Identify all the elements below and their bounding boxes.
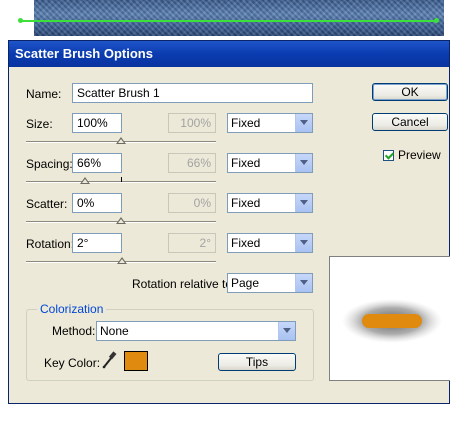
scatter-label: Scatter:: [26, 197, 68, 211]
tips-button[interactable]: Tips: [218, 353, 296, 371]
rotation-relative-select[interactable]: Page: [227, 273, 313, 293]
rotation-relative-value: Page: [231, 276, 260, 290]
chevron-down-icon[interactable]: [295, 154, 312, 172]
size-label: Size:: [26, 117, 53, 131]
spacing-label: Spacing:: [26, 157, 73, 171]
key-color-label: Key Color:: [44, 356, 101, 370]
chevron-down-icon[interactable]: [295, 234, 312, 252]
eyedropper-icon[interactable]: [101, 351, 117, 369]
scatter-max-field: 0%: [168, 193, 216, 213]
cancel-button[interactable]: Cancel: [372, 113, 448, 131]
size-slider-thumb[interactable]: [116, 137, 126, 144]
size-max-field: 100%: [168, 113, 216, 133]
scatter-mode-value: Fixed: [231, 196, 261, 210]
rotation-mode-select[interactable]: Fixed: [227, 233, 313, 253]
brush-preview: [329, 256, 450, 381]
spacing-mode-value: Fixed: [231, 156, 261, 170]
path-anchor-left: [18, 18, 23, 23]
name-label: Name:: [26, 87, 62, 101]
path-anchor-right: [434, 18, 439, 23]
chevron-down-icon[interactable]: [295, 194, 312, 212]
scatter-mode-select[interactable]: Fixed: [227, 193, 313, 213]
rotation-slider-thumb[interactable]: [117, 257, 127, 264]
size-mode-value: Fixed: [231, 116, 261, 130]
spacing-max-field: 66%: [168, 153, 216, 173]
key-color-swatch[interactable]: [124, 351, 148, 371]
preview-label: Preview: [398, 148, 441, 162]
brush-path-line: [20, 20, 438, 22]
chevron-down-icon[interactable]: [295, 114, 312, 132]
chevron-down-icon[interactable]: [278, 322, 295, 340]
ok-button[interactable]: OK: [372, 83, 448, 101]
rotation-field[interactable]: 2°: [72, 233, 122, 253]
name-field[interactable]: Scatter Brush 1: [72, 83, 313, 103]
dialog-title: Scatter Brush Options: [9, 41, 449, 67]
scatter-brush-options-dialog: Scatter Brush Options Name: Scatter Brus…: [8, 40, 450, 404]
scatter-field[interactable]: 0%: [72, 193, 122, 213]
size-field[interactable]: 100%: [72, 113, 122, 133]
rotation-max-field: 2°: [168, 233, 216, 253]
spacing-slider-thumb[interactable]: [80, 177, 90, 184]
spacing-mode-select[interactable]: Fixed: [227, 153, 313, 173]
spacing-tick-mark: [121, 177, 122, 182]
method-label: Method:: [52, 324, 96, 338]
rotation-relative-label: Rotation relative to:: [132, 277, 236, 291]
rotation-mode-value: Fixed: [231, 236, 261, 250]
spacing-field[interactable]: 66%: [72, 153, 122, 173]
chevron-down-icon[interactable]: [295, 274, 312, 292]
size-mode-select[interactable]: Fixed: [227, 113, 313, 133]
scatter-slider-thumb[interactable]: [116, 217, 126, 224]
method-value: None: [100, 324, 129, 338]
rotation-label: Rotation:: [26, 237, 75, 251]
denim-artwork: [34, 0, 444, 36]
method-select[interactable]: None: [96, 321, 296, 341]
preview-checkbox[interactable]: [383, 150, 394, 161]
colorization-group-title: Colorization: [37, 302, 107, 316]
